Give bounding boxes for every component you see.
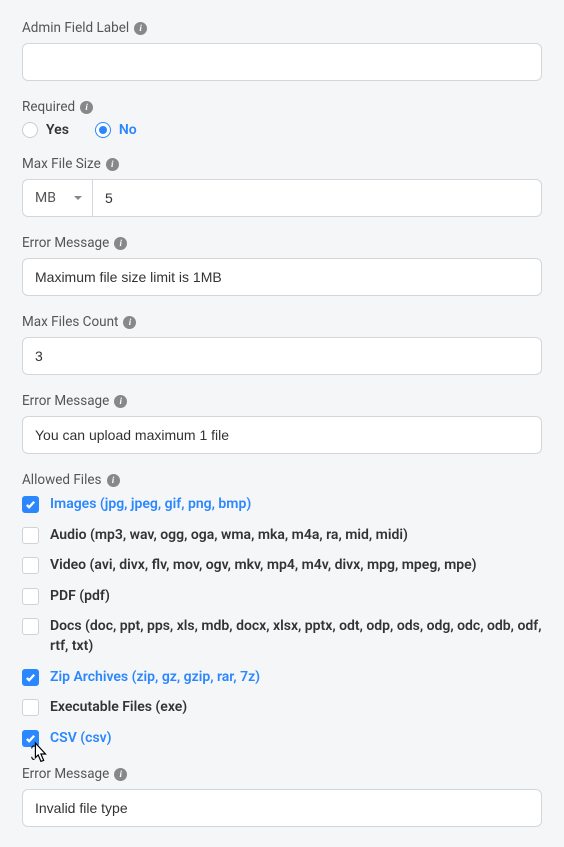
checkbox-box[interactable] [22,669,39,686]
max-files-count-input[interactable] [22,337,542,375]
admin-field-label-input[interactable] [22,43,542,81]
chevron-down-icon [74,196,82,200]
max-file-size-input[interactable] [92,179,542,217]
allowed-file-checkbox[interactable]: Video (avi, divx, flv, mov, ogv, mkv, mp… [22,556,542,576]
error-message-label: Error Message i [22,766,542,782]
allowed-file-checkbox[interactable]: Images (jpg, jpeg, gif, png, bmp) [22,495,542,515]
error-message-label: Error Message i [22,235,542,251]
allowed-file-checkbox[interactable]: PDF (pdf) [22,587,542,607]
checkbox-label: Docs (doc, ppt, pps, xls, mdb, docx, xls… [50,617,542,656]
allowed-file-checkbox[interactable]: Audio (mp3, wav, ogg, oga, wma, mka, m4a… [22,526,542,546]
file-size-unit-select[interactable]: MB [22,179,92,217]
checkbox-box[interactable] [22,588,39,605]
info-icon[interactable]: i [134,22,147,35]
allowed-file-checkbox[interactable]: Executable Files (exe) [22,698,542,718]
info-icon[interactable]: i [123,316,136,329]
info-icon[interactable]: i [114,768,127,781]
info-icon[interactable]: i [114,395,127,408]
error-message-label: Error Message i [22,393,542,409]
checkbox-label: Zip Archives (zip, gz, gzip, rar, 7z) [50,668,260,688]
info-icon[interactable]: i [114,237,127,250]
required-yes-radio[interactable]: Yes [22,122,69,138]
checkbox-label: Executable Files (exe) [50,698,187,718]
checkbox-box[interactable] [22,730,39,747]
admin-field-label-label: Admin Field Label i [22,20,542,36]
checkbox-box[interactable] [22,557,39,574]
info-icon[interactable]: i [106,158,119,171]
checkbox-box[interactable] [22,527,39,544]
info-icon[interactable]: i [107,474,120,487]
checkbox-label: PDF (pdf) [50,587,110,607]
info-icon[interactable]: i [80,101,93,114]
error-message-size-input[interactable] [22,258,542,296]
checkbox-box[interactable] [22,699,39,716]
max-files-count-label: Max Files Count i [22,314,542,330]
allowed-file-checkbox[interactable]: Zip Archives (zip, gz, gzip, rar, 7z) [22,668,542,688]
checkbox-label: Video (avi, divx, flv, mov, ogv, mkv, mp… [50,556,477,576]
checkbox-box[interactable] [22,618,39,635]
checkbox-box[interactable] [22,496,39,513]
allowed-files-label: Allowed Files i [22,472,542,488]
checkbox-label: Images (jpg, jpeg, gif, png, bmp) [50,495,251,515]
max-file-size-label: Max File Size i [22,156,542,172]
allowed-file-checkbox[interactable]: CSV (csv) [22,729,542,749]
error-message-count-input[interactable] [22,416,542,454]
checkbox-label: CSV (csv) [50,729,112,749]
checkbox-label: Audio (mp3, wav, ogg, oga, wma, mka, m4a… [50,526,408,546]
error-message-type-input[interactable] [22,789,542,827]
allowed-file-checkbox[interactable]: Docs (doc, ppt, pps, xls, mdb, docx, xls… [22,617,542,656]
required-no-radio[interactable]: No [95,122,137,138]
required-label: Required i [22,99,542,115]
